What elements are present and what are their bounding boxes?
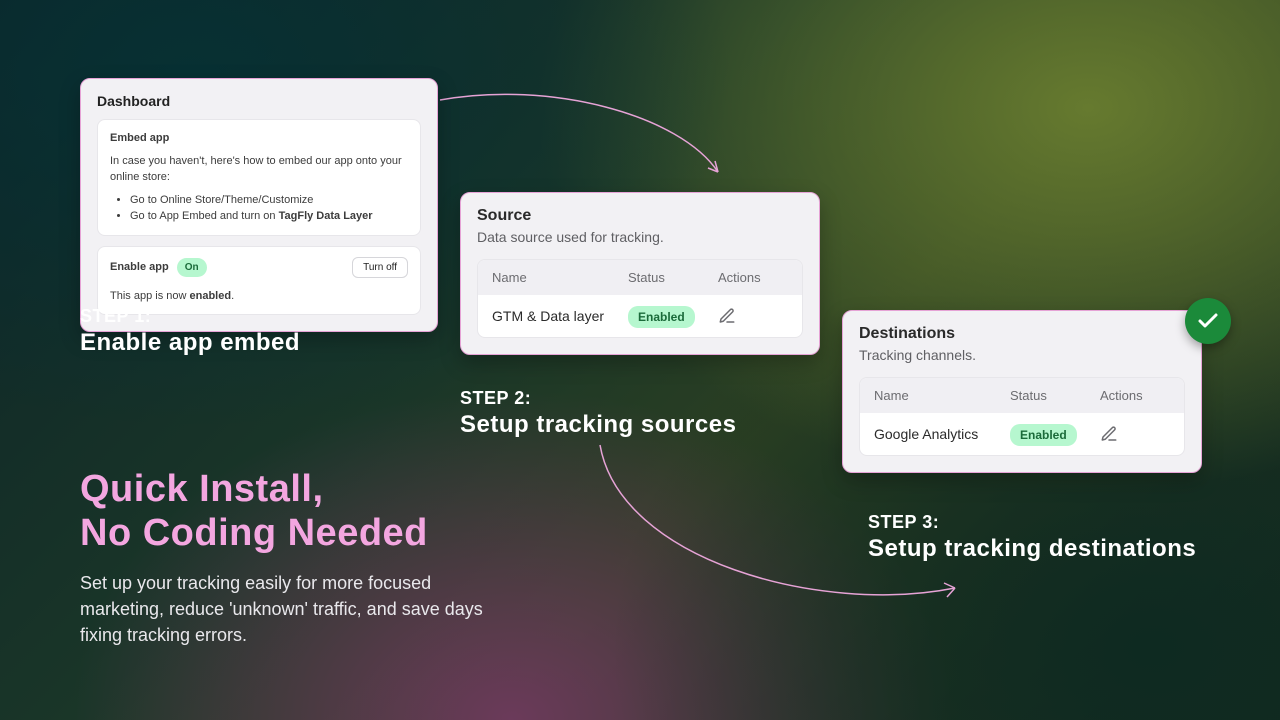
table-header: Name Status Actions	[478, 260, 802, 295]
destinations-card: Destinations Tracking channels. Name Sta…	[842, 310, 1202, 473]
enable-status-pill: On	[177, 258, 207, 277]
col-header-status: Status	[628, 270, 718, 285]
embed-bullet-1: Go to Online Store/Theme/Customize	[130, 192, 408, 209]
enable-note: This app is now enabled.	[110, 288, 408, 305]
destinations-table: Name Status Actions Google Analytics Ena…	[859, 377, 1185, 456]
step-2-label: STEP 2: Setup tracking sources	[460, 388, 736, 439]
arrow-step1-to-step2	[430, 90, 740, 200]
table-header: Name Status Actions	[860, 378, 1184, 413]
destination-status-pill: Enabled	[1010, 424, 1077, 446]
source-status-pill: Enabled	[628, 306, 695, 328]
step-1-label: STEP 1: Enable app embed	[80, 306, 300, 357]
enable-label: Enable app	[110, 259, 169, 276]
destination-row-name: Google Analytics	[874, 426, 1010, 442]
dashboard-card: Dashboard Embed app In case you haven't,…	[80, 78, 438, 332]
destinations-title: Destinations	[859, 325, 1185, 343]
edit-icon[interactable]	[718, 307, 736, 325]
embed-panel: Embed app In case you haven't, here's ho…	[97, 119, 421, 236]
table-row: GTM & Data layer Enabled	[478, 295, 802, 337]
embed-bullet-2-bold: TagFly Data Layer	[279, 210, 373, 222]
embed-title: Embed app	[110, 130, 408, 147]
embed-intro: In case you haven't, here's how to embed…	[110, 153, 408, 186]
hero-subtext: Set up your tracking easily for more foc…	[80, 570, 510, 648]
edit-icon[interactable]	[1100, 425, 1118, 443]
source-row-name: GTM & Data layer	[492, 308, 628, 324]
dashboard-title: Dashboard	[97, 93, 421, 109]
col-header-name: Name	[492, 270, 628, 285]
hero-headline: Quick Install, No Coding Needed	[80, 468, 600, 555]
col-header-actions: Actions	[1100, 388, 1170, 403]
embed-bullet-2-prefix: Go to App Embed and turn on	[130, 210, 279, 222]
embed-bullet-2: Go to App Embed and turn on TagFly Data …	[130, 208, 408, 225]
col-header-name: Name	[874, 388, 1010, 403]
source-subtitle: Data source used for tracking.	[477, 229, 803, 245]
source-card: Source Data source used for tracking. Na…	[460, 192, 820, 355]
turn-off-button[interactable]: Turn off	[352, 257, 408, 278]
step-3-label: STEP 3: Setup tracking destinations	[868, 512, 1196, 563]
col-header-status: Status	[1010, 388, 1100, 403]
destinations-subtitle: Tracking channels.	[859, 347, 1185, 363]
source-title: Source	[477, 207, 803, 225]
source-table: Name Status Actions GTM & Data layer Ena…	[477, 259, 803, 338]
table-row: Google Analytics Enabled	[860, 413, 1184, 455]
enable-panel: Enable app On Turn off This app is now e…	[97, 246, 421, 316]
check-icon	[1185, 298, 1231, 344]
col-header-actions: Actions	[718, 270, 788, 285]
